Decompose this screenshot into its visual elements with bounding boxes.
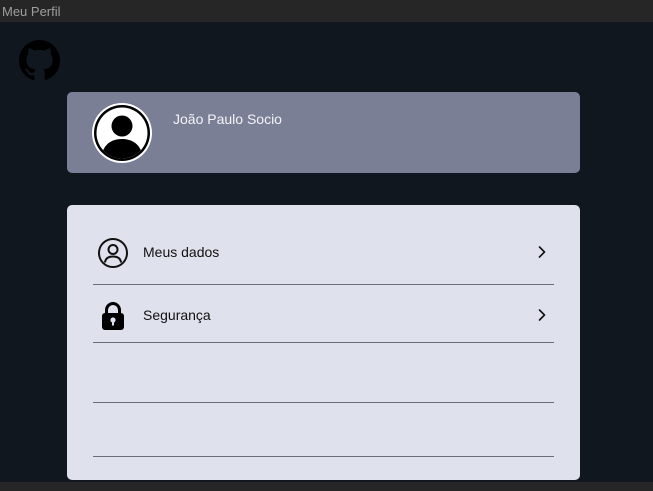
window-title: Meu Perfil: [2, 4, 61, 19]
user-circle-icon: [98, 238, 128, 268]
github-icon[interactable]: [19, 40, 60, 81]
menu-item-label: Meus dados: [143, 244, 220, 260]
chevron-right-icon: [538, 309, 546, 321]
menu-item-seguranca[interactable]: Segurança: [93, 297, 554, 331]
window-bottom-edge: [0, 482, 653, 491]
menu-divider: [93, 284, 554, 285]
menu-divider: [93, 342, 554, 343]
user-avatar-icon: [92, 103, 152, 163]
menu-card: Meus dados Segurança: [67, 205, 580, 480]
menu-item-meus-dados[interactable]: Meus dados: [93, 235, 554, 269]
menu-divider: [93, 456, 554, 457]
profile-card: João Paulo Socio: [67, 92, 580, 173]
window-titlebar: Meu Perfil: [0, 0, 653, 22]
lock-icon: [102, 302, 124, 330]
profile-name: João Paulo Socio: [173, 111, 282, 127]
menu-item-label: Segurança: [143, 307, 211, 323]
app-content: João Paulo Socio Meus dados Segurança: [0, 22, 653, 482]
chevron-right-icon: [538, 246, 546, 258]
menu-divider: [93, 402, 554, 403]
